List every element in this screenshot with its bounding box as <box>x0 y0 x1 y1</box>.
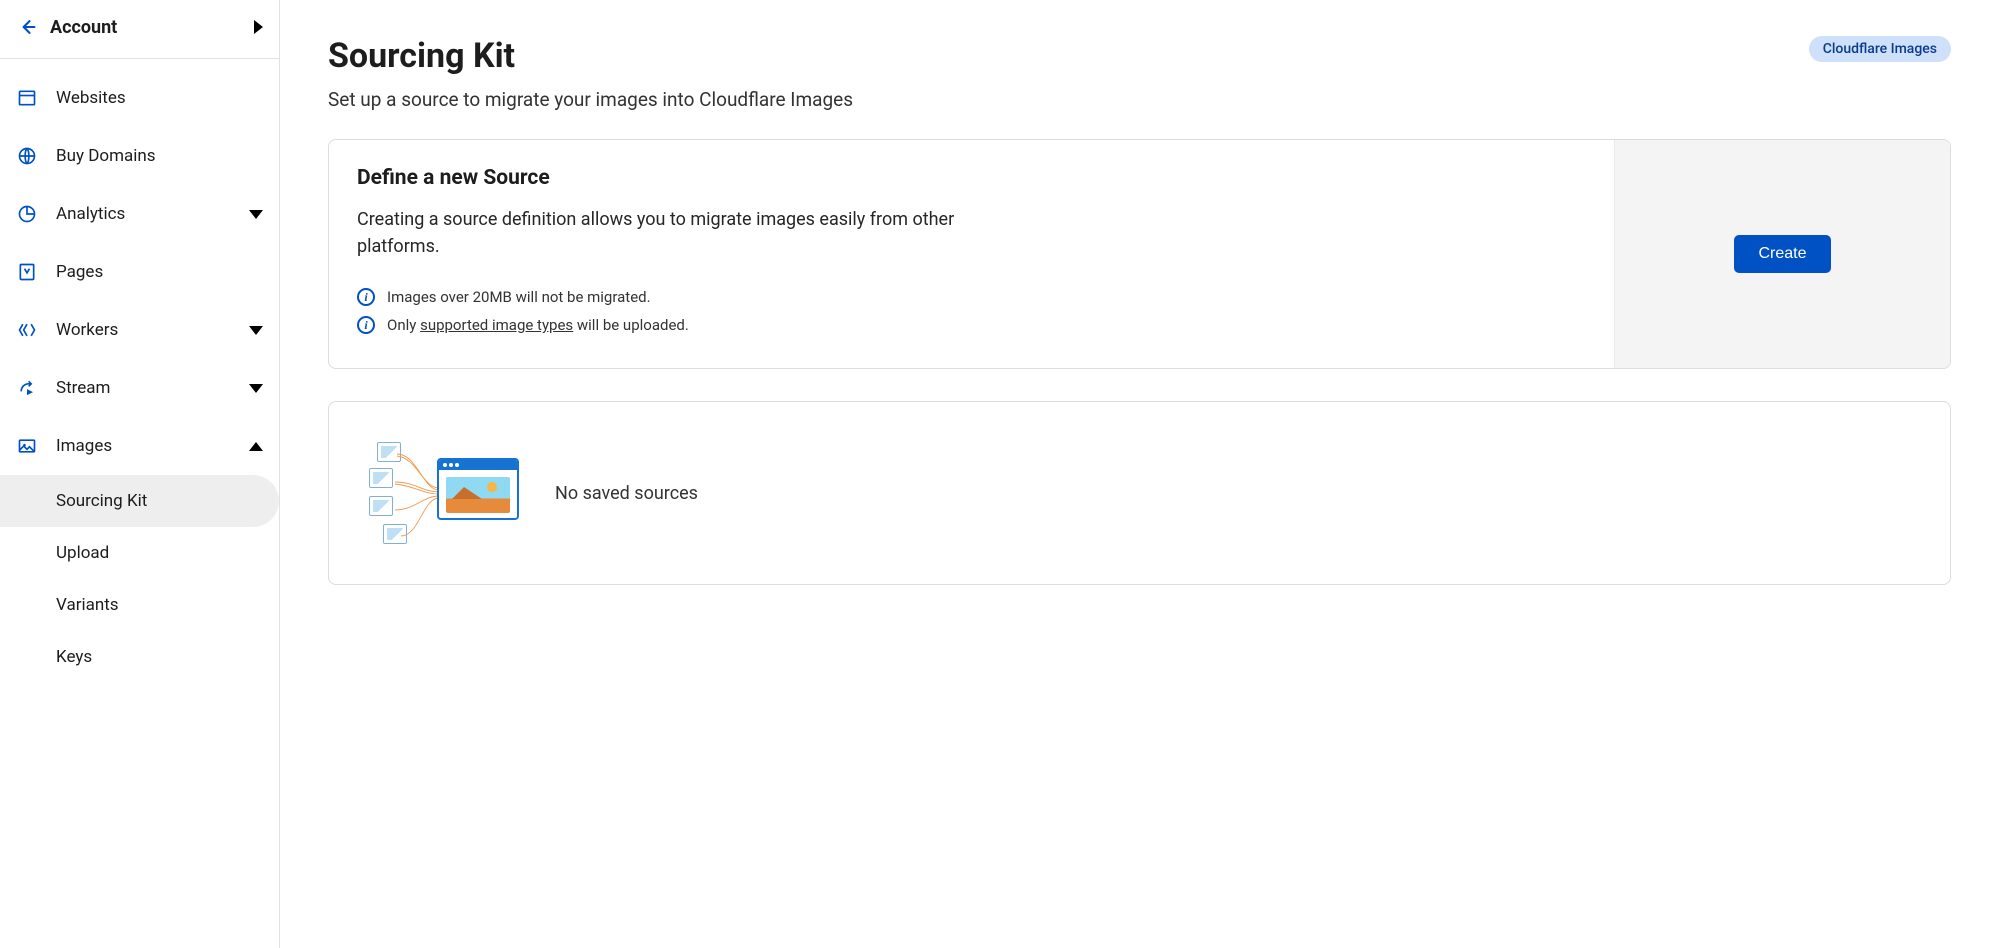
main-content: Sourcing Kit Set up a source to migrate … <box>280 0 1999 948</box>
sidebar-item-images[interactable]: Images <box>0 417 279 475</box>
caret-right-icon <box>254 20 263 34</box>
sidebar-item-pages[interactable]: Pages <box>0 243 279 301</box>
sidebar-item-label: Stream <box>56 378 249 398</box>
define-source-card: Define a new Source Creating a source de… <box>328 139 1951 369</box>
chevron-down-icon <box>249 210 263 219</box>
sidebar: Account Websites Buy Domains Analy <box>0 0 280 948</box>
browser-icon <box>16 87 38 109</box>
note-supported-types: i Only supported image types will be upl… <box>357 316 1586 334</box>
subnav-item-sourcing-kit[interactable]: Sourcing Kit <box>0 475 279 527</box>
subnav-item-upload[interactable]: Upload <box>0 527 279 579</box>
chevron-down-icon <box>249 326 263 335</box>
sidebar-item-stream[interactable]: Stream <box>0 359 279 417</box>
sidebar-item-label: Websites <box>56 88 263 108</box>
define-source-action: Create <box>1614 140 1950 368</box>
define-source-info: Define a new Source Creating a source de… <box>329 140 1614 368</box>
define-source-title: Define a new Source <box>357 166 1586 190</box>
info-icon: i <box>357 316 375 334</box>
page-subtitle: Set up a source to migrate your images i… <box>328 88 853 111</box>
supported-types-link[interactable]: supported image types <box>420 316 573 334</box>
sidebar-item-label: Buy Domains <box>56 146 263 166</box>
stream-icon <box>16 377 38 399</box>
subnav-item-variants[interactable]: Variants <box>0 579 279 631</box>
sidebar-item-analytics[interactable]: Analytics <box>0 185 279 243</box>
page-header: Sourcing Kit Set up a source to migrate … <box>328 36 1951 111</box>
empty-state-message: No saved sources <box>555 483 698 504</box>
sidebar-item-label: Pages <box>56 262 263 282</box>
images-icon <box>16 435 38 457</box>
product-badge: Cloudflare Images <box>1809 36 1951 62</box>
workers-icon <box>16 319 38 341</box>
info-icon: i <box>357 288 375 306</box>
empty-state-illustration <box>369 438 519 548</box>
globe-icon <box>16 145 38 167</box>
pages-icon <box>16 261 38 283</box>
note-text: Images over 20MB will not be migrated. <box>387 288 651 306</box>
saved-sources-card: No saved sources <box>328 401 1951 585</box>
analytics-icon <box>16 203 38 225</box>
note-size-limit: i Images over 20MB will not be migrated. <box>357 288 1586 306</box>
page-title: Sourcing Kit <box>328 36 853 76</box>
sidebar-item-websites[interactable]: Websites <box>0 69 279 127</box>
create-button[interactable]: Create <box>1734 235 1830 273</box>
define-source-description: Creating a source definition allows you … <box>357 206 977 260</box>
images-subnav: Sourcing Kit Upload Variants Keys <box>0 475 279 683</box>
chevron-up-icon <box>249 442 263 451</box>
back-arrow-icon <box>16 16 38 38</box>
note-text: Only supported image types will be uploa… <box>387 316 689 334</box>
sidebar-item-label: Analytics <box>56 204 249 224</box>
app-root: Account Websites Buy Domains Analy <box>0 0 1999 948</box>
account-header[interactable]: Account <box>0 0 279 59</box>
sidebar-item-label: Workers <box>56 320 249 340</box>
chevron-down-icon <box>249 384 263 393</box>
sidebar-nav: Websites Buy Domains Analytics Page <box>0 59 279 683</box>
sidebar-item-workers[interactable]: Workers <box>0 301 279 359</box>
account-label: Account <box>50 17 254 38</box>
subnav-item-keys[interactable]: Keys <box>0 631 279 683</box>
sidebar-item-buy-domains[interactable]: Buy Domains <box>0 127 279 185</box>
define-source-notes: i Images over 20MB will not be migrated.… <box>357 288 1586 334</box>
sidebar-item-label: Images <box>56 436 249 456</box>
